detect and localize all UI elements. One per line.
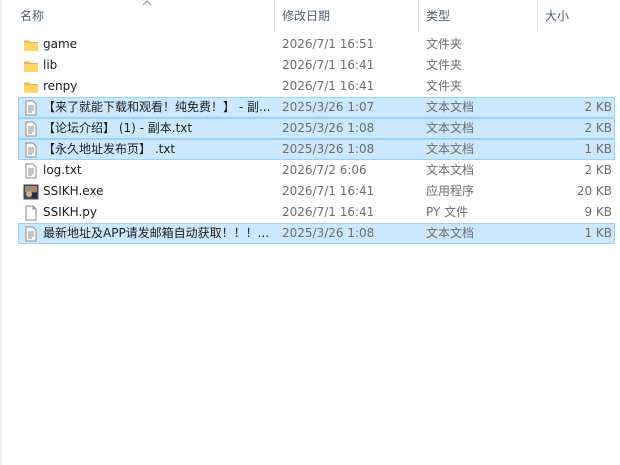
file-size: 2 KB (584, 121, 612, 135)
file-name: lib (43, 58, 58, 72)
file-row[interactable]: 最新地址及APP请发邮箱自动获取！！！... 2025/3/26 1:08 文本文档… (18, 223, 615, 244)
file-type: 文本文档 (426, 121, 475, 135)
file-type: 文件夹 (426, 37, 463, 51)
file-row[interactable]: game 2026/7/1 16:51 文件夹 (18, 34, 615, 55)
file-size (539, 35, 612, 54)
file-type: 文本文档 (426, 142, 475, 156)
column-divider[interactable] (418, 0, 419, 32)
file-name: 【永久地址发布页】 .txt (43, 142, 176, 156)
file-size: 20 KB (576, 184, 612, 198)
file-date: 2026/7/1 16:41 (282, 184, 375, 198)
file-row[interactable]: log.txt 2026/7/2 6:06 文本文档 2 KB (18, 160, 615, 181)
text-file-icon (23, 100, 39, 116)
blank-file-icon (23, 205, 39, 221)
file-row[interactable]: 【来了就能下载和观看！纯免费！】 - 副... 2025/3/26 1:07 文本文… (18, 97, 615, 118)
folder-icon (23, 79, 39, 95)
file-name: SSIKH.exe (43, 184, 104, 198)
file-date: 2026/7/1 16:41 (282, 58, 375, 72)
file-row[interactable]: renpy 2026/7/1 16:41 文件夹 (18, 76, 615, 97)
text-file-icon (23, 226, 39, 242)
file-date: 2025/3/26 1:07 (282, 100, 375, 114)
file-size: 1 KB (584, 226, 612, 240)
file-date: 2026/7/1 16:51 (282, 37, 375, 51)
file-name: game (43, 37, 78, 51)
file-name: 【论坛介绍】 (1) - 副本.txt (43, 121, 193, 135)
file-name: 【来了就能下载和观看！纯免费！】 - 副... (43, 100, 271, 114)
file-type: PY 文件 (426, 205, 469, 219)
column-header-type[interactable]: 类型 (426, 0, 450, 32)
file-type: 文件夹 (426, 79, 463, 93)
file-name: log.txt (43, 163, 82, 177)
file-date: 2026/7/2 6:06 (282, 163, 367, 177)
file-date: 2025/3/26 1:08 (282, 121, 375, 135)
column-header-name[interactable]: 名称 (20, 0, 44, 32)
file-type: 文本文档 (426, 163, 475, 177)
window-left-edge (0, 0, 2, 465)
app-icon (23, 184, 39, 200)
file-size: 2 KB (584, 100, 612, 114)
text-file-icon (23, 142, 39, 158)
column-header-bar: 名称 修改日期 类型 大小 (2, 0, 620, 32)
file-type: 文件夹 (426, 58, 463, 72)
file-size: 2 KB (584, 163, 612, 177)
folder-icon (23, 58, 39, 74)
file-date: 2025/3/26 1:08 (282, 226, 375, 240)
column-divider[interactable] (274, 0, 275, 32)
file-type: 文本文档 (426, 100, 475, 114)
file-date: 2026/7/1 16:41 (282, 205, 375, 219)
file-name: renpy (43, 79, 78, 93)
column-header-date[interactable]: 修改日期 (282, 0, 330, 32)
file-size: 9 KB (584, 205, 612, 219)
file-row[interactable]: SSIKH.exe 2026/7/1 16:41 应用程序 20 KB (18, 181, 615, 202)
file-date: 2025/3/26 1:08 (282, 142, 375, 156)
file-row[interactable]: SSIKH.py 2026/7/1 16:41 PY 文件 9 KB (18, 202, 615, 223)
file-name: SSIKH.py (43, 205, 97, 219)
file-date: 2026/7/1 16:41 (282, 79, 375, 93)
sort-ascending-icon[interactable] (141, 0, 153, 8)
column-header-size[interactable]: 大小 (545, 0, 569, 32)
file-type: 应用程序 (426, 184, 475, 198)
file-row[interactable]: 【论坛介绍】 (1) - 副本.txt 2025/3/26 1:08 文本文档 2 K… (18, 118, 615, 139)
text-file-icon (23, 163, 39, 179)
text-file-icon (23, 121, 39, 137)
file-size: 1 KB (584, 142, 612, 156)
folder-icon (23, 37, 39, 53)
file-name: 最新地址及APP请发邮箱自动获取！！！... (43, 226, 270, 240)
file-type: 文本文档 (426, 226, 475, 240)
file-size (539, 56, 612, 75)
file-row[interactable]: lib 2026/7/1 16:41 文件夹 (18, 55, 615, 76)
file-row[interactable]: 【永久地址发布页】 .txt 2025/3/26 1:08 文本文档 1 KB (18, 139, 615, 160)
column-divider[interactable] (537, 0, 538, 32)
file-size (539, 77, 612, 96)
